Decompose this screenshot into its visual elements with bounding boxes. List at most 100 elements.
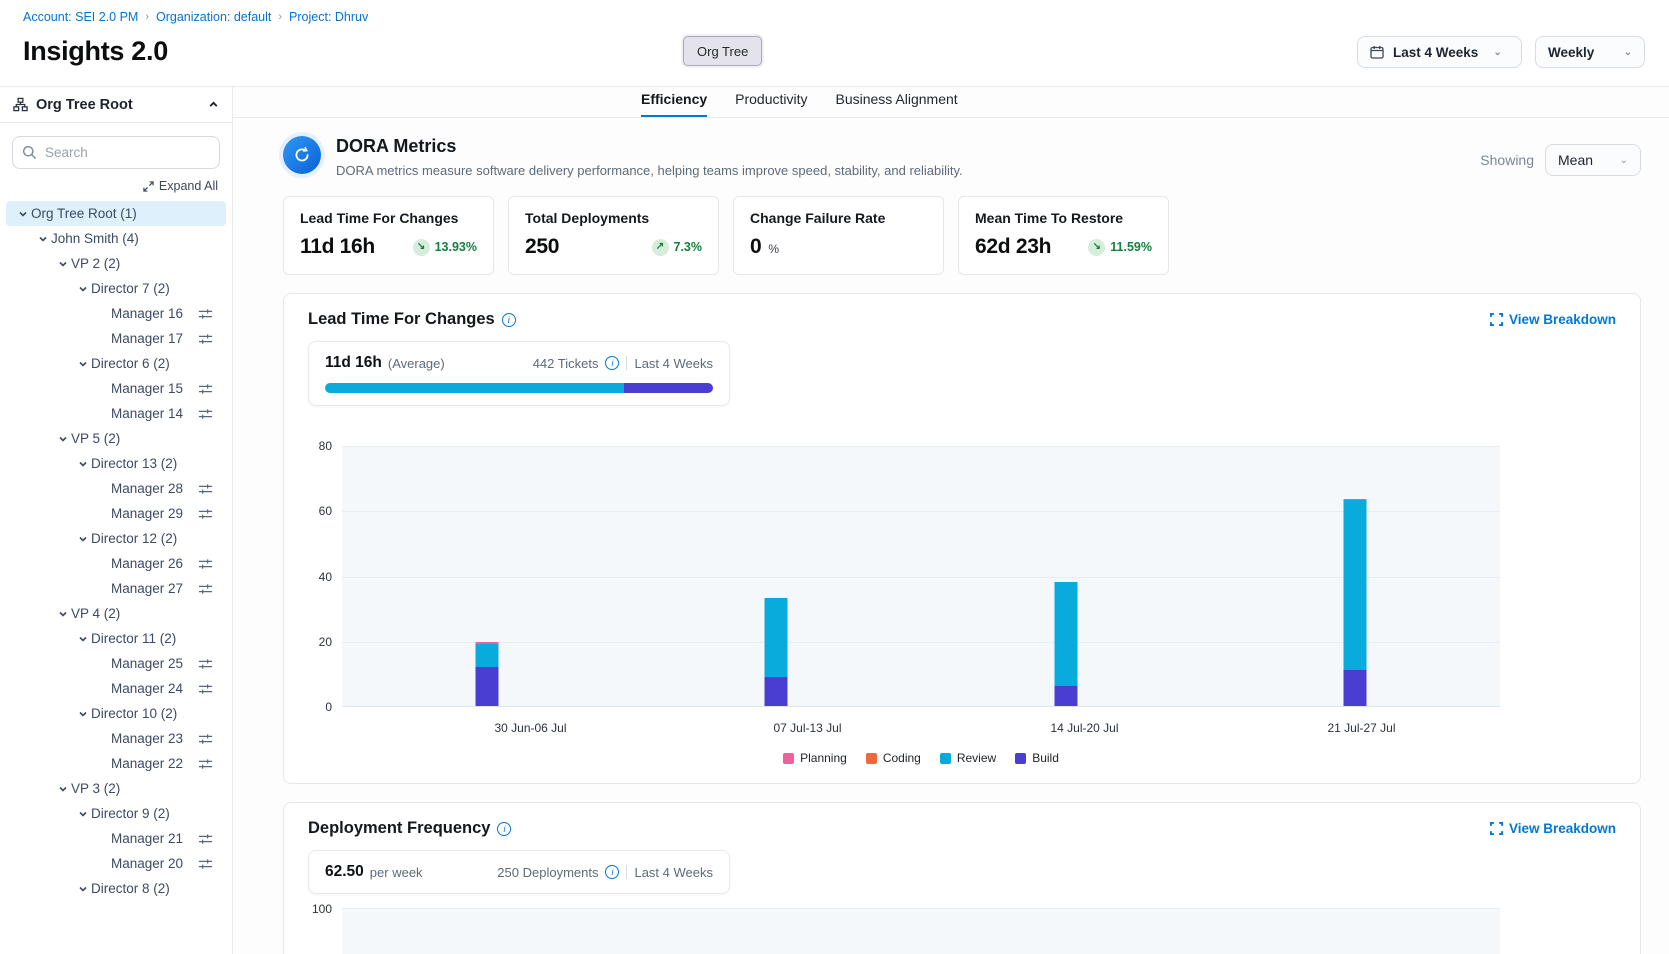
tab-business-alignment[interactable]: Business Alignment [836, 91, 958, 117]
bar-segment-build[interactable] [1054, 686, 1077, 706]
showing-label: Showing [1480, 152, 1534, 168]
stacked-bar[interactable] [475, 642, 498, 706]
filter-icon[interactable] [198, 333, 213, 345]
chevron-down-icon[interactable] [14, 209, 31, 219]
deployment-rate-value: 62.50 [325, 863, 364, 881]
chevron-down-icon[interactable] [74, 284, 91, 294]
tree-item[interactable]: Director 10 (2) [6, 701, 226, 726]
tree-item[interactable]: Manager 14 [6, 401, 226, 426]
breadcrumb-link[interactable]: Organization: default [156, 10, 271, 24]
filter-icon[interactable] [198, 833, 213, 845]
tree-item[interactable]: Manager 24 [6, 676, 226, 701]
filter-icon[interactable] [198, 683, 213, 695]
tree-item[interactable]: Director 12 (2) [6, 526, 226, 551]
filter-icon[interactable] [198, 758, 213, 770]
chevron-down-icon[interactable] [74, 359, 91, 369]
info-icon[interactable]: i [605, 865, 619, 879]
bar-segment-review[interactable] [475, 644, 498, 667]
chevron-down-icon[interactable] [74, 709, 91, 719]
sidebar-header[interactable]: Org Tree Root [0, 87, 232, 123]
bar-segment-build[interactable] [1344, 670, 1367, 706]
tree-item[interactable]: Manager 16 [6, 301, 226, 326]
tree-item[interactable]: VP 4 (2) [6, 601, 226, 626]
chevron-down-icon[interactable] [54, 434, 71, 444]
tree-item[interactable]: Manager 23 [6, 726, 226, 751]
tab-efficiency[interactable]: Efficiency [641, 91, 707, 117]
filter-icon[interactable] [198, 308, 213, 320]
stacked-bar[interactable] [1054, 582, 1077, 706]
tree-item[interactable]: Director 6 (2) [6, 351, 226, 376]
granularity-select[interactable]: Weekly ⌄ [1535, 36, 1645, 68]
tree-item[interactable]: Director 9 (2) [6, 801, 226, 826]
tree-item[interactable]: Org Tree Root (1) [6, 201, 226, 226]
tree-item[interactable]: Manager 27 [6, 576, 226, 601]
tree-item[interactable]: Manager 17 [6, 326, 226, 351]
bar-segment-review[interactable] [1054, 582, 1077, 686]
stacked-bar[interactable] [765, 598, 788, 706]
search-input[interactable] [12, 136, 220, 169]
tree-item[interactable]: John Smith (4) [6, 226, 226, 251]
tree-item[interactable]: Director 13 (2) [6, 451, 226, 476]
filter-icon[interactable] [198, 508, 213, 520]
y-axis: 100 [308, 908, 342, 954]
tree-item[interactable]: Director 11 (2) [6, 626, 226, 651]
deployment-view-breakdown-link[interactable]: View Breakdown [1490, 821, 1616, 836]
tree-item[interactable]: VP 2 (2) [6, 251, 226, 276]
chevron-down-icon[interactable] [74, 884, 91, 894]
tree-item-label: Manager 23 [111, 731, 183, 746]
showing-select[interactable]: Mean ⌄ [1545, 144, 1641, 176]
tree-item[interactable]: Manager 15 [6, 376, 226, 401]
tree-item[interactable]: Manager 29 [6, 501, 226, 526]
filter-icon[interactable] [198, 733, 213, 745]
metric-card-value-row: 11d 16h↘13.93% [300, 235, 477, 259]
filter-icon[interactable] [198, 658, 213, 670]
tree-item-label: VP 4 (2) [71, 606, 120, 621]
chevron-down-icon[interactable] [74, 459, 91, 469]
filter-icon[interactable] [198, 583, 213, 595]
filter-icon[interactable] [198, 558, 213, 570]
tree-item[interactable]: Director 8 (2) [6, 876, 226, 901]
tree-item[interactable]: Manager 28 [6, 476, 226, 501]
info-icon[interactable]: i [605, 356, 619, 370]
info-icon[interactable]: i [497, 822, 511, 836]
tree-item[interactable]: Manager 22 [6, 751, 226, 776]
legend-item-coding[interactable]: Coding [866, 751, 921, 765]
chevron-down-icon[interactable] [34, 234, 51, 244]
chevron-down-icon[interactable] [54, 784, 71, 794]
bar-segment-review[interactable] [765, 598, 788, 676]
tree-item[interactable]: Director 7 (2) [6, 276, 226, 301]
date-range-select[interactable]: Last 4 Weeks ⌄ [1357, 36, 1522, 68]
tree-item[interactable]: VP 5 (2) [6, 426, 226, 451]
tree-item[interactable]: VP 3 (2) [6, 776, 226, 801]
tree-item[interactable]: Manager 26 [6, 551, 226, 576]
legend-item-review[interactable]: Review [940, 751, 996, 765]
expand-all-button[interactable]: Expand All [0, 173, 232, 201]
lead-time-view-breakdown-link[interactable]: View Breakdown [1490, 312, 1616, 327]
filter-icon[interactable] [198, 408, 213, 420]
info-icon[interactable]: i [502, 313, 516, 327]
bar-segment-build[interactable] [475, 667, 498, 706]
trend-up-icon: ↗ [652, 239, 669, 256]
chevron-up-icon[interactable] [208, 99, 219, 110]
gridline [342, 642, 1500, 643]
tree-item[interactable]: Manager 21 [6, 826, 226, 851]
chevron-down-icon[interactable] [74, 634, 91, 644]
chevron-down-icon[interactable] [74, 534, 91, 544]
chevron-down-icon[interactable] [54, 609, 71, 619]
filter-icon[interactable] [198, 483, 213, 495]
chevron-down-icon[interactable] [54, 259, 71, 269]
filter-icon[interactable] [198, 383, 213, 395]
breadcrumb-link[interactable]: Project: Dhruv [289, 10, 368, 24]
filter-icon[interactable] [198, 858, 213, 870]
bar-segment-build[interactable] [765, 677, 788, 706]
legend-item-planning[interactable]: Planning [783, 751, 847, 765]
org-tree-button[interactable]: Org Tree [683, 36, 762, 66]
tree-item[interactable]: Manager 20 [6, 851, 226, 876]
bar-segment-review[interactable] [1344, 500, 1367, 670]
stacked-bar[interactable] [1344, 499, 1367, 706]
tree-item[interactable]: Manager 25 [6, 651, 226, 676]
legend-item-build[interactable]: Build [1015, 751, 1059, 765]
tab-productivity[interactable]: Productivity [735, 91, 807, 117]
chevron-down-icon[interactable] [74, 809, 91, 819]
breadcrumb-link[interactable]: Account: SEI 2.0 PM [23, 10, 138, 24]
